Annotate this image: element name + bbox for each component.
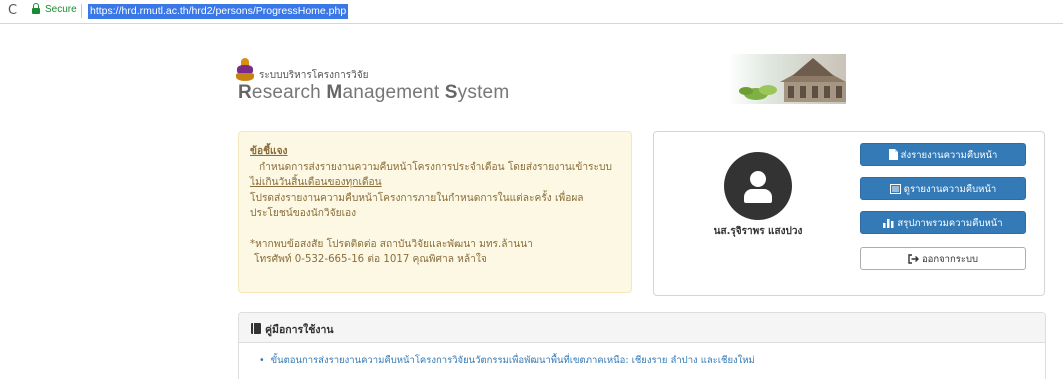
book-icon xyxy=(251,323,261,334)
logout-button[interactable]: ออกจากระบบ xyxy=(860,247,1026,270)
view-report-button[interactable]: ดูรายงานความคืบหน้า xyxy=(860,177,1026,200)
notice-line: กำหนดการส่งรายงานความคืบหน้าโครงการประจำ… xyxy=(259,161,612,173)
user-name: นส.รุจิราพร แสงปวง xyxy=(713,226,803,237)
bar-chart-icon xyxy=(883,219,894,228)
manual-link[interactable]: ขั้นตอนการส่งรายงานความคืบหน้าโครงการวิจ… xyxy=(259,353,755,368)
send-report-button[interactable]: ส่งรายงานความคืบหน้า xyxy=(860,143,1026,166)
notice-deadline: ไม่เกินวันสิ้นเดือนของทุกเดือน xyxy=(250,177,382,188)
notice-phone: โทรศัพท์ 0-532-665-16 ต่อ 1017 คุณพิศาล … xyxy=(254,254,487,265)
summary-button[interactable]: สรุปภาพรวมความคืบหน้า xyxy=(860,211,1026,234)
header-building-image xyxy=(728,54,846,104)
system-name-thai: ระบบบริหารโครงการวิจัย xyxy=(259,70,369,81)
browser-address-bar: C Secure https://hrd.rmutl.ac.th/hrd2/pe… xyxy=(0,0,1063,24)
avatar-user-icon xyxy=(724,152,792,220)
notice-contact: *หากพบข้อสงสัย โปรดติดต่อ สถาบันวิจัยและ… xyxy=(250,238,533,250)
notice-title: ข้อชี้แจง xyxy=(250,146,288,157)
profile-panel: นส.รุจิราพร แสงปวง ส่งรายงานความคืบหน้า … xyxy=(653,131,1045,296)
list-alt-icon xyxy=(889,184,901,194)
lock-icon xyxy=(32,3,40,15)
manual-title: คู่มือการใช้งาน xyxy=(251,321,334,338)
log-out-icon xyxy=(908,254,919,264)
file-icon xyxy=(888,149,898,160)
secure-label[interactable]: Secure xyxy=(45,4,77,15)
reload-icon[interactable]: C xyxy=(8,3,17,19)
university-logo xyxy=(236,58,254,82)
notice-line: โปรดส่งรายงานความคืบหน้าโครงการภายในกำหน… xyxy=(250,192,584,204)
url-field[interactable]: https://hrd.rmutl.ac.th/hrd2/persons/Pro… xyxy=(88,4,349,19)
notice-text: ข้อชี้แจง กำหนดการส่งรายงานความคืบหน้าโค… xyxy=(250,144,626,268)
address-separator xyxy=(81,4,82,18)
manual-header: คู่มือการใช้งาน xyxy=(239,313,1045,343)
manual-panel: คู่มือการใช้งาน ขั้นตอนการส่งรายงานความค… xyxy=(238,312,1046,379)
manual-list: ขั้นตอนการส่งรายงานความคืบหน้าโครงการวิจ… xyxy=(259,353,755,368)
system-name-english: Research Management System xyxy=(238,82,510,103)
notice-panel: ข้อชี้แจง กำหนดการส่งรายงานความคืบหน้าโค… xyxy=(238,131,632,293)
notice-line: ประโยชน์ของนักวิจัยเอง xyxy=(250,208,357,219)
